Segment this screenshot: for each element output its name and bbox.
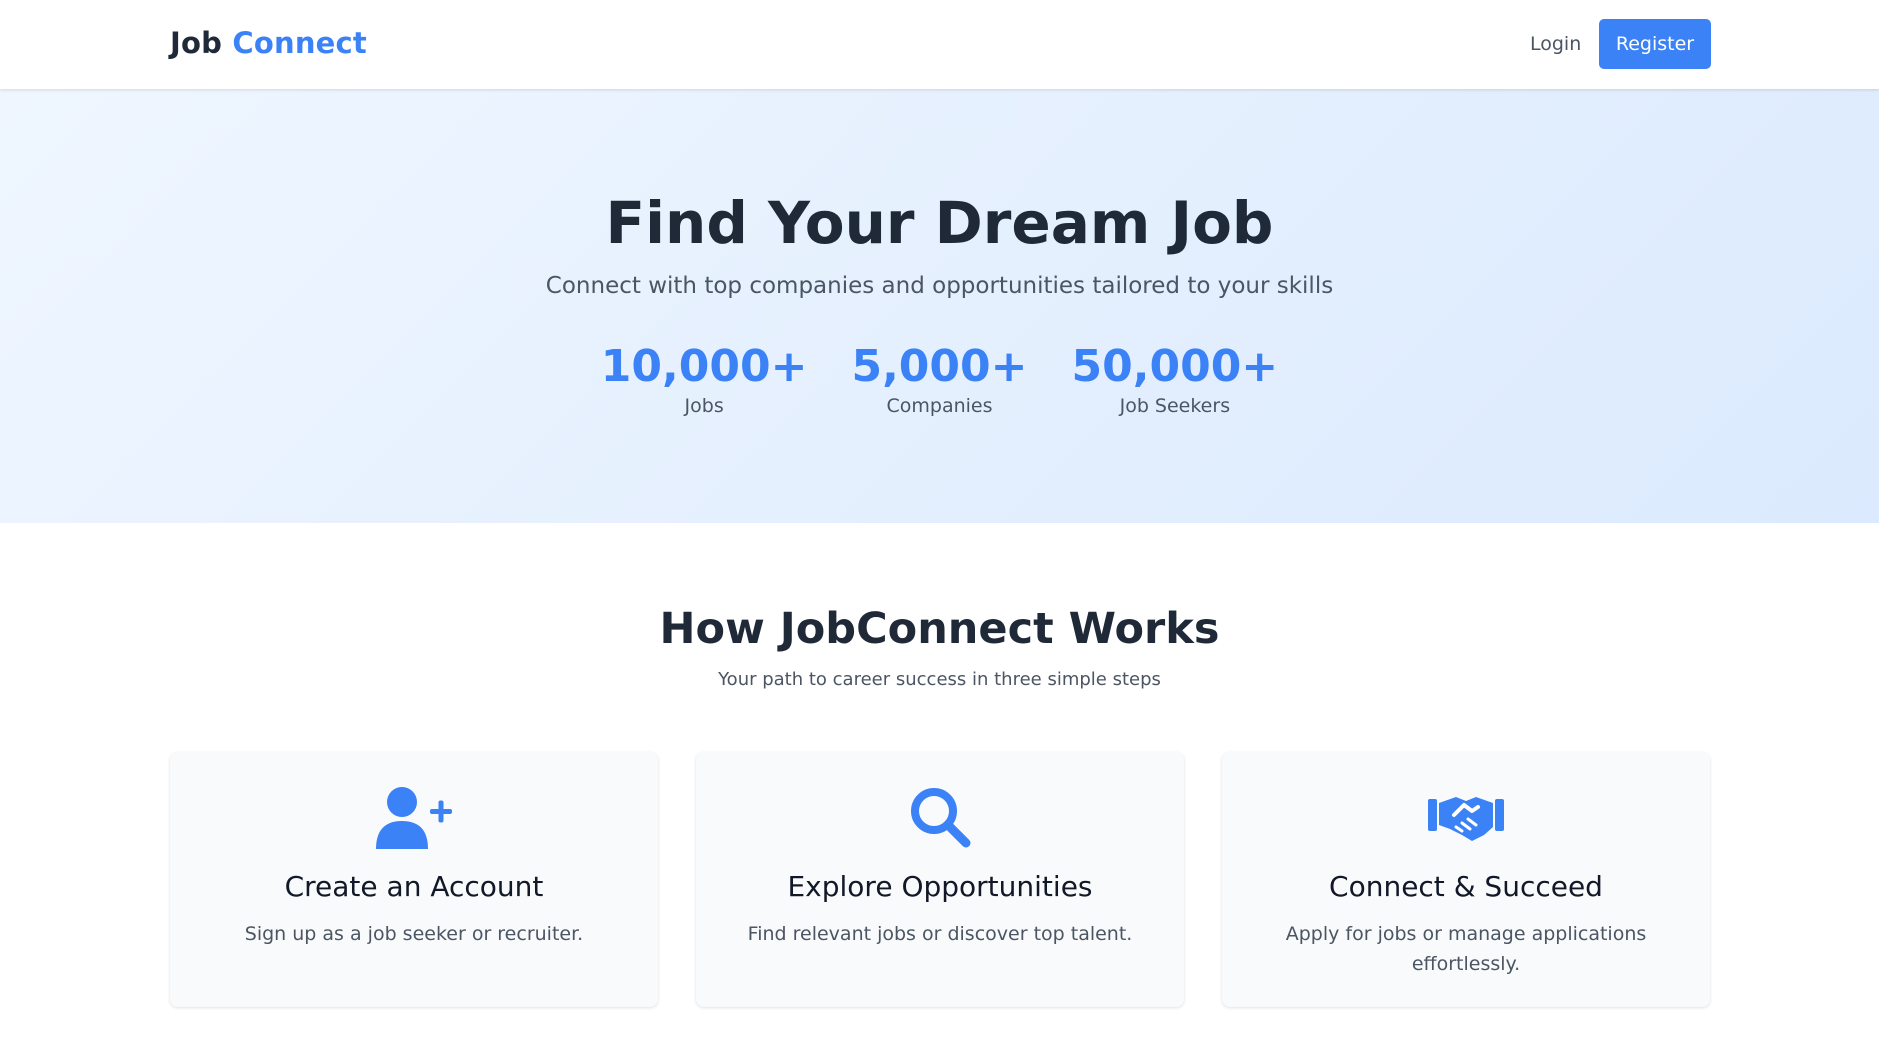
stats-row: 10,000+ Jobs 5,000+ Companies 50,000+ Jo… bbox=[0, 341, 1879, 418]
how-it-works-subtitle: Your path to career success in three sim… bbox=[718, 669, 1161, 690]
stat-label: Companies bbox=[886, 395, 993, 418]
navbar: Job Connect Login Register bbox=[0, 0, 1879, 89]
hero-subtitle: Connect with top companies and opportuni… bbox=[545, 273, 1334, 299]
step-title: Connect & Succeed bbox=[1329, 870, 1603, 903]
hero-section: Find Your Dream Job Connect with top com… bbox=[0, 89, 1879, 523]
stat-job-seekers: 50,000+ Job Seekers bbox=[1071, 341, 1279, 418]
step-title: Create an Account bbox=[284, 870, 544, 903]
step-title: Explore Opportunities bbox=[787, 870, 1093, 903]
stat-label: Jobs bbox=[684, 395, 724, 418]
stat-label: Job Seekers bbox=[1119, 395, 1231, 418]
stat-jobs: 10,000+ Jobs bbox=[600, 341, 808, 418]
handshake-icon bbox=[1222, 785, 1710, 849]
step-card-create-account: Create an Account Sign up as a job seeke… bbox=[170, 752, 658, 1007]
brand-logo[interactable]: Job Connect bbox=[170, 26, 367, 60]
step-card-connect: Connect & Succeed Apply for jobs or mana… bbox=[1222, 752, 1710, 1007]
step-description: Find relevant jobs or discover top talen… bbox=[747, 923, 1133, 945]
stat-value: 10,000+ bbox=[600, 341, 808, 392]
stat-value: 5,000+ bbox=[851, 341, 1028, 392]
stat-companies: 5,000+ Companies bbox=[851, 341, 1028, 418]
login-link[interactable]: Login bbox=[1530, 33, 1581, 55]
hero-title: Find Your Dream Job bbox=[605, 189, 1274, 257]
step-description: Sign up as a job seeker or recruiter. bbox=[244, 923, 584, 945]
how-it-works-title: How JobConnect Works bbox=[659, 604, 1220, 654]
stat-value: 50,000+ bbox=[1071, 341, 1279, 392]
brand-part-connect: Connect bbox=[232, 26, 367, 60]
search-icon bbox=[696, 785, 1184, 849]
brand-part-job: Job bbox=[170, 26, 223, 60]
user-plus-icon bbox=[170, 785, 658, 849]
register-button[interactable]: Register bbox=[1599, 19, 1711, 69]
step-description: Apply for jobs or manage applications ef… bbox=[1285, 923, 1647, 975]
step-card-explore: Explore Opportunities Find relevant jobs… bbox=[696, 752, 1184, 1007]
